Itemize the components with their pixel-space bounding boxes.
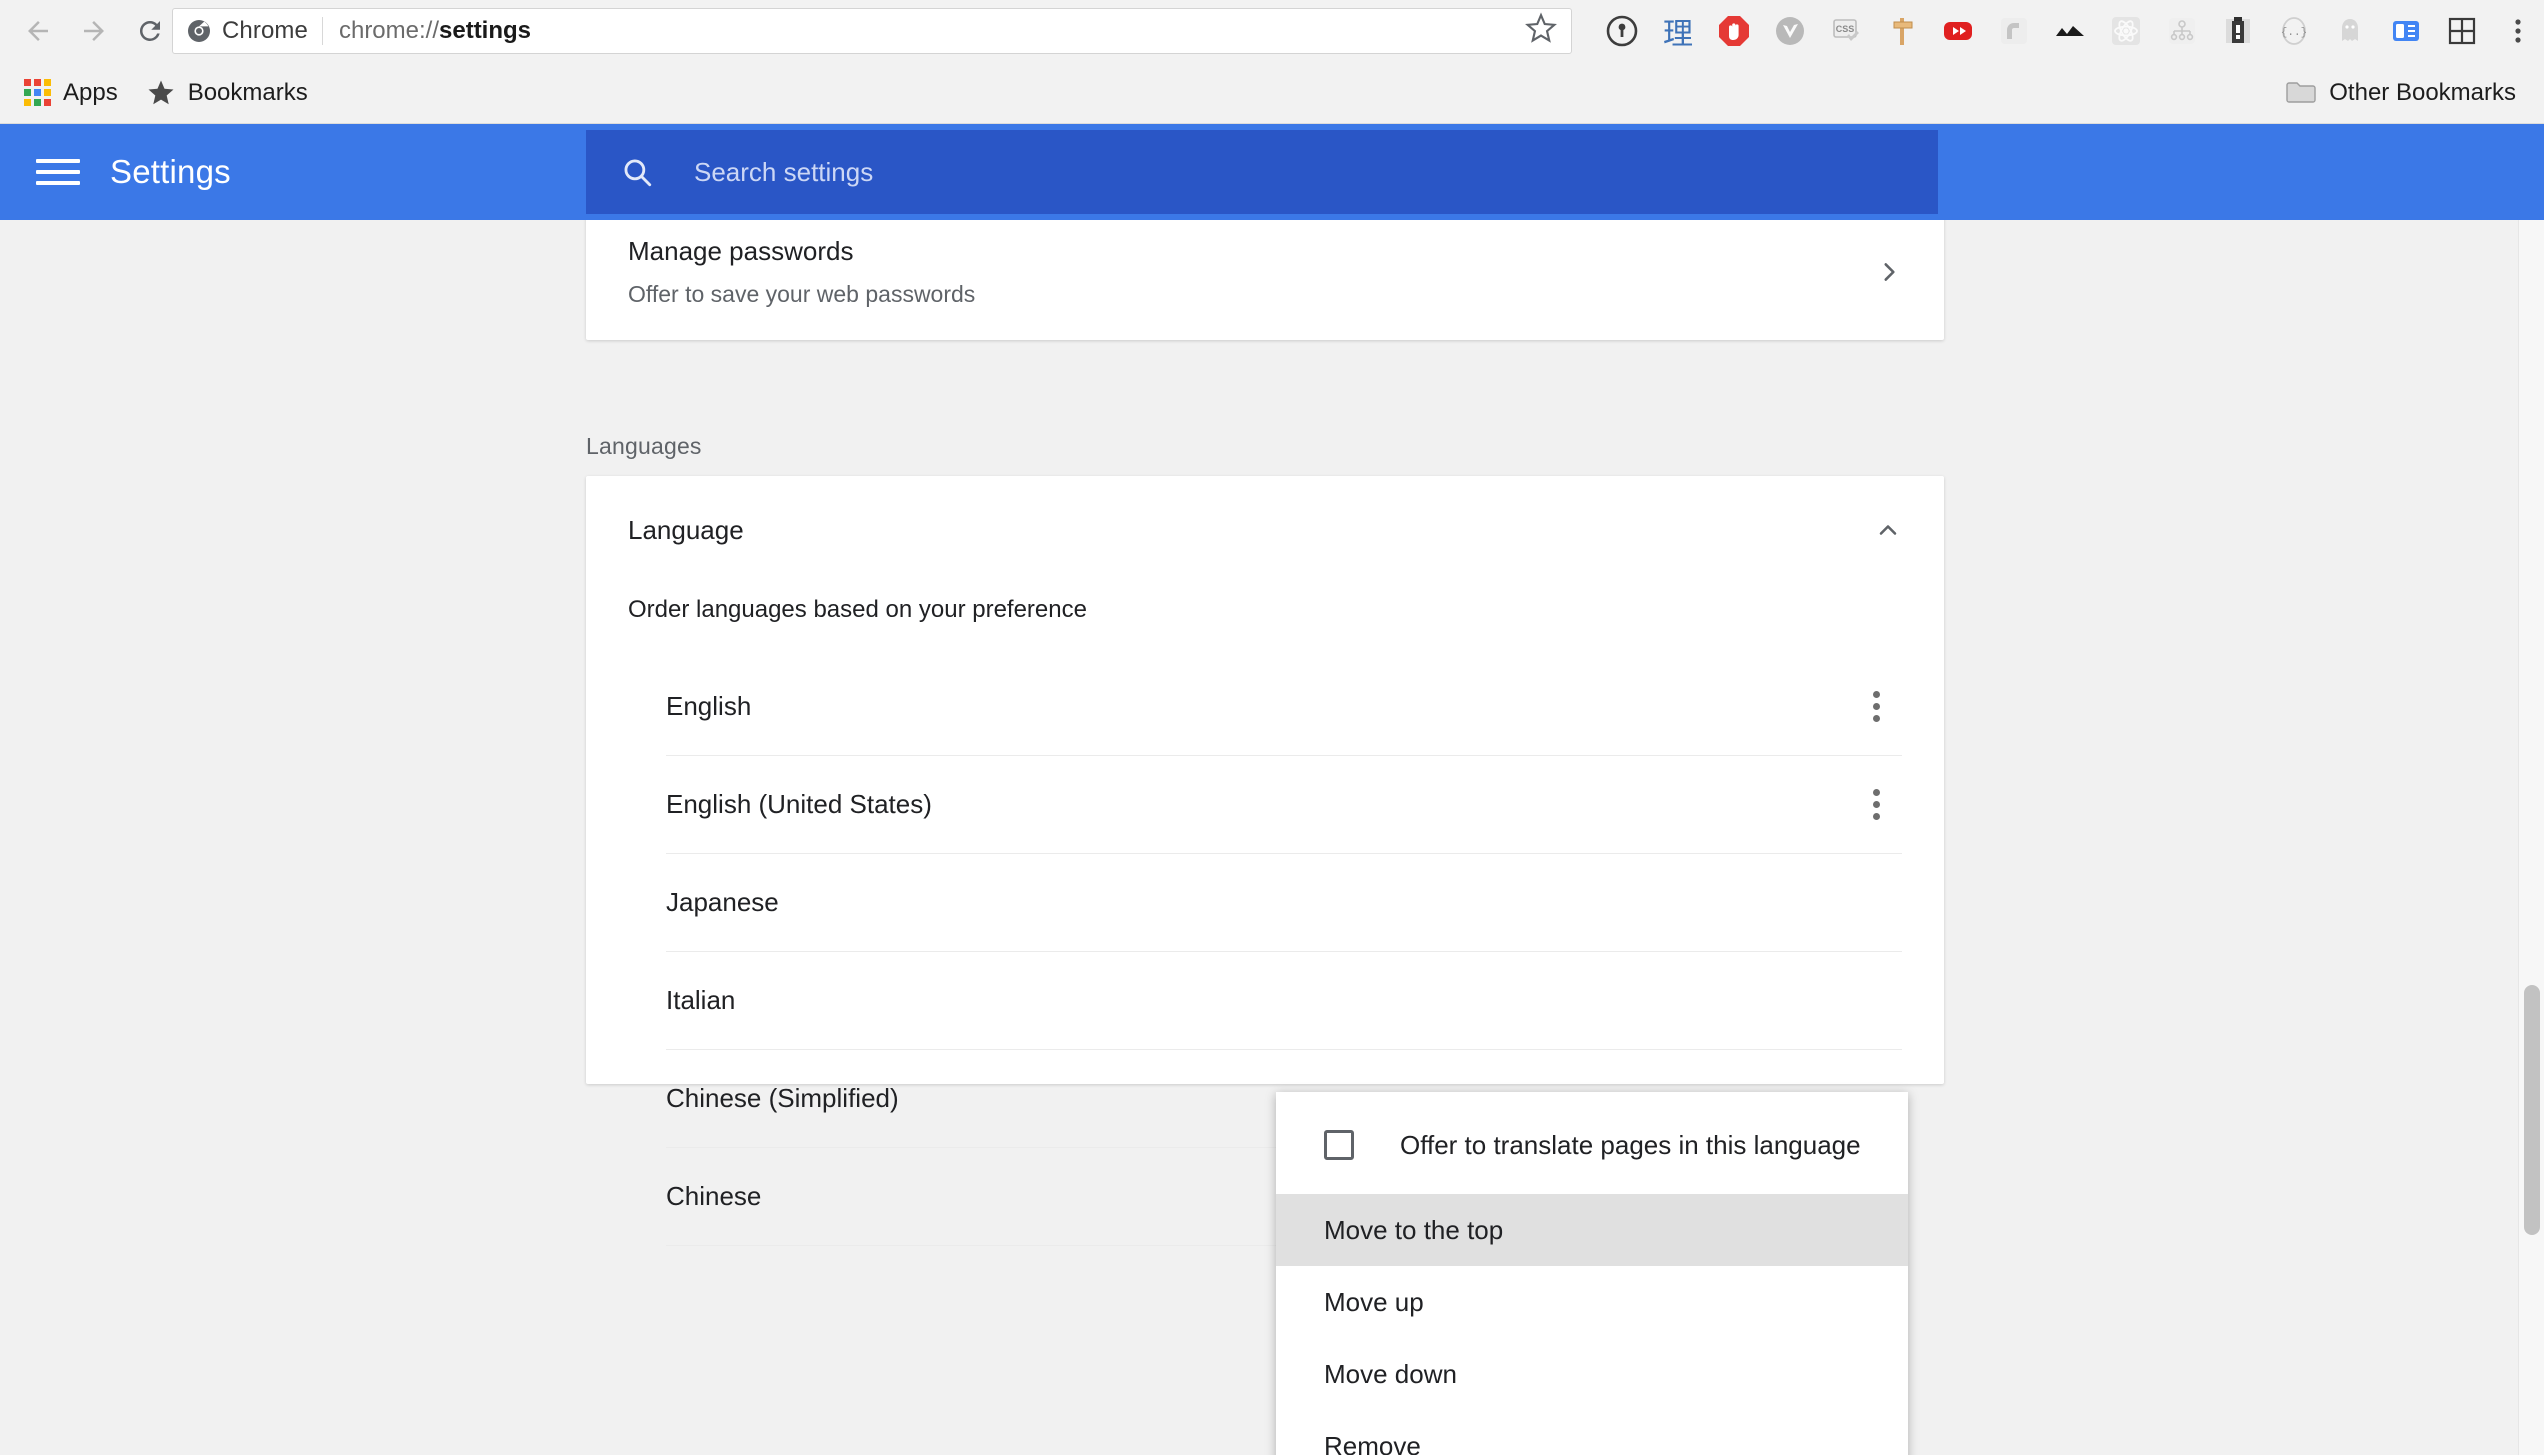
offer-translate-checkbox[interactable] [1324,1130,1354,1160]
bookmark-star-button[interactable] [1525,12,1557,50]
other-bookmarks-folder[interactable]: Other Bookmarks [2271,71,2530,115]
forward-arrow-icon [84,21,104,41]
languages-section-label: Languages [586,433,702,459]
mountains-icon[interactable] [2042,3,2098,59]
adblock-stop-hand-icon[interactable] [1706,3,1762,59]
search-icon [624,159,652,187]
bookmarks-folder[interactable]: Bookmarks [132,71,322,115]
language-options-menu-icon[interactable] [1850,779,1902,831]
star-filled-icon [148,80,174,104]
manage-passwords-texts: Manage passwords Offer to save your web … [628,236,975,308]
apps-shortcut[interactable]: Apps [10,71,132,115]
offer-translate-label: Offer to translate pages in this languag… [1400,1129,1861,1160]
apps-grid-icon [24,79,51,106]
navigation-buttons [0,3,178,59]
language-name: English [666,691,752,721]
omnibox-origin-chip: Chrome [187,17,323,45]
menu-item-move-to-top[interactable]: Move to the top [1276,1194,1908,1266]
browser-toolbar: Chrome chrome://settings 理 CSS {..} [0,0,2544,62]
hamburger-icon[interactable] [36,150,80,194]
ruler-signpost-icon[interactable] [1874,3,1930,59]
ghost-icon[interactable] [2322,3,2378,59]
feedly-icon[interactable] [1986,3,2042,59]
window-grid-icon[interactable] [2434,3,2490,59]
url-path: settings [439,17,532,44]
offer-translate-checkbox-row[interactable]: Offer to translate pages in this languag… [1276,1096,1908,1194]
chrome-menu-icon[interactable] [2490,3,2544,59]
language-header-title: Language [628,514,744,545]
language-name: Italian [666,985,736,1015]
table-row[interactable]: Italian [666,952,1902,1050]
table-row[interactable]: Japanese [666,854,1902,952]
menu-item-move-down[interactable]: Move down [1276,1338,1908,1410]
other-bookmarks-container: Other Bookmarks [2261,71,2530,115]
omnibox-url-text: chrome://settings [339,17,531,45]
page-title: Settings [110,153,231,190]
youtube-fastforward-icon[interactable] [1930,3,1986,59]
chevron-right-icon [1884,263,1895,281]
manage-passwords-title: Manage passwords [628,236,854,266]
sitemap-icon[interactable] [2154,3,2210,59]
reload-icon [139,20,160,41]
bookmarks-label: Bookmarks [187,78,308,106]
star-icon [1525,12,1557,43]
other-bookmarks-label: Other Bookmarks [2329,78,2516,106]
manage-passwords-card[interactable]: Manage passwords Offer to save your web … [586,220,1944,340]
vertical-scrollbar-thumb[interactable] [2524,985,2540,1235]
keepass-icon[interactable] [1594,3,1650,59]
svg-text:{..}: {..} [2281,27,2307,39]
address-bar[interactable]: Chrome chrome://settings [172,8,1572,54]
json-viewer-icon[interactable]: {..} [2266,3,2322,59]
menu-item-move-up[interactable]: Move up [1276,1266,1908,1338]
table-row[interactable]: English (United States) [666,756,1902,854]
forward-button[interactable] [66,3,122,59]
svg-text:CSS: CSS [1836,24,1855,34]
react-devtools-icon[interactable] [2098,3,2154,59]
bookmarks-bar: Apps Bookmarks Other Bookmarks [0,62,2544,124]
search-placeholder: Search settings [694,156,874,187]
language-name: Japanese [666,887,779,917]
chevron-up-icon[interactable] [1874,516,1902,544]
kanji-li-icon[interactable]: 理 [1650,3,1706,59]
language-card-header[interactable]: Language [586,476,1944,584]
reload-button[interactable] [122,3,178,59]
language-name: English (United States) [666,789,932,819]
vimium-icon[interactable] [1762,3,1818,59]
order-languages-label: Order languages based on your preference [628,596,1087,623]
manage-passwords-subtitle: Offer to save your web passwords [628,281,976,307]
search-input[interactable]: Search settings [586,130,1938,214]
language-name: Chinese (Simplified) [666,1083,899,1113]
back-button[interactable] [10,3,66,59]
apps-label: Apps [63,78,118,106]
pocket-tab-icon[interactable] [2378,3,2434,59]
url-prefix: chrome:// [338,17,439,44]
css-viewer-icon[interactable]: CSS [1818,3,1874,59]
table-row[interactable]: English [666,658,1902,756]
omnibox-origin-label: Chrome [222,17,308,44]
settings-content-area: Manage passwords Offer to save your web … [0,220,2544,1455]
battery-icon[interactable] [2210,3,2266,59]
folder-icon [2286,81,2316,103]
language-context-menu: Offer to translate pages in this languag… [1276,1092,1908,1455]
extensions-toolbar: 理 CSS {..} [1594,0,2544,62]
chrome-logo-icon [188,20,210,42]
language-card: Language Order languages based on your p… [586,476,1944,1246]
language-options-menu-icon[interactable] [1850,681,1902,733]
menu-item-remove[interactable]: Remove [1276,1410,1908,1455]
back-arrow-icon [28,21,48,41]
vertical-scrollbar-track[interactable] [2518,220,2544,1455]
language-name: Chinese [666,1181,762,1211]
